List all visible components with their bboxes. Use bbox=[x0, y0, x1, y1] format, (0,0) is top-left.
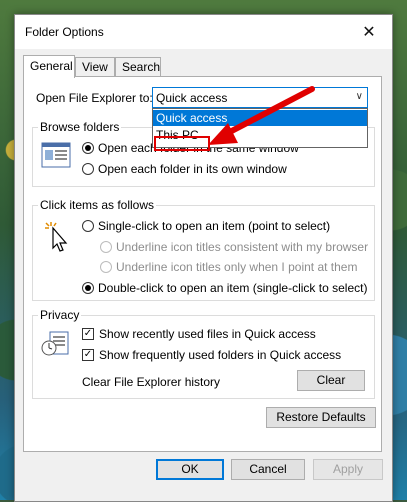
restore-defaults-button[interactable]: Restore Defaults bbox=[266, 407, 376, 428]
checkbox-frequent-folders[interactable]: ✓ bbox=[82, 349, 94, 361]
double-click-label: Double-click to open an item (single-cli… bbox=[98, 281, 368, 295]
radio-same-window[interactable] bbox=[82, 142, 94, 154]
radio-underline-point[interactable] bbox=[100, 261, 112, 273]
window-title: Folder Options bbox=[25, 25, 104, 39]
checkbox-recent-files[interactable]: ✓ bbox=[82, 328, 94, 340]
single-click-label: Single-click to open an item (point to s… bbox=[98, 219, 331, 233]
title-bar: Folder Options ✕ bbox=[15, 15, 392, 49]
recent-files-label: Show recently used files in Quick access bbox=[99, 327, 316, 341]
close-icon: ✕ bbox=[362, 24, 376, 41]
privacy-group: Privacy ✓ Show recently used files in Qu… bbox=[32, 308, 375, 399]
open-explorer-label: Open File Explorer to: bbox=[36, 91, 153, 105]
red-arrow-annotation bbox=[208, 86, 315, 145]
recent-files-icon bbox=[41, 331, 69, 356]
underline-point-label: Underline icon titles only when I point … bbox=[116, 260, 358, 274]
click-items-group: Click items as follows Single-click to o… bbox=[32, 198, 375, 301]
tab-search[interactable]: Search bbox=[115, 57, 161, 76]
ok-button[interactable]: OK bbox=[156, 459, 224, 480]
radio-single-click[interactable] bbox=[82, 220, 94, 232]
radio-underline-browser[interactable] bbox=[100, 241, 112, 253]
radio-own-window[interactable] bbox=[82, 163, 94, 175]
own-window-label: Open each folder in its own window bbox=[98, 162, 287, 176]
highlight-box-annotation bbox=[154, 136, 210, 151]
cursor-click-icon bbox=[45, 222, 68, 252]
frequent-folders-label: Show frequently used folders in Quick ac… bbox=[99, 348, 342, 362]
underline-browser-label: Underline icon titles consistent with my… bbox=[116, 240, 369, 254]
radio-double-click[interactable] bbox=[82, 282, 94, 294]
window-layout-icon bbox=[41, 142, 71, 168]
close-button[interactable]: ✕ bbox=[346, 15, 392, 49]
click-items-title: Click items as follows bbox=[38, 198, 157, 212]
browse-folders-title: Browse folders bbox=[38, 120, 122, 134]
tab-general[interactable]: General bbox=[23, 55, 75, 78]
cancel-button[interactable]: Cancel bbox=[231, 459, 305, 480]
clear-history-label: Clear File Explorer history bbox=[82, 375, 221, 389]
chevron-down-icon: ∨ bbox=[355, 91, 363, 102]
folder-options-dialog: Folder Options ✕ General View Search Ope… bbox=[14, 14, 393, 502]
general-tab-panel: Open File Explorer to: Quick access ∨ Qu… bbox=[23, 76, 382, 452]
apply-button[interactable]: Apply bbox=[313, 459, 383, 480]
tab-view[interactable]: View bbox=[75, 57, 115, 76]
clear-button[interactable]: Clear bbox=[297, 370, 365, 391]
privacy-title: Privacy bbox=[38, 308, 82, 322]
